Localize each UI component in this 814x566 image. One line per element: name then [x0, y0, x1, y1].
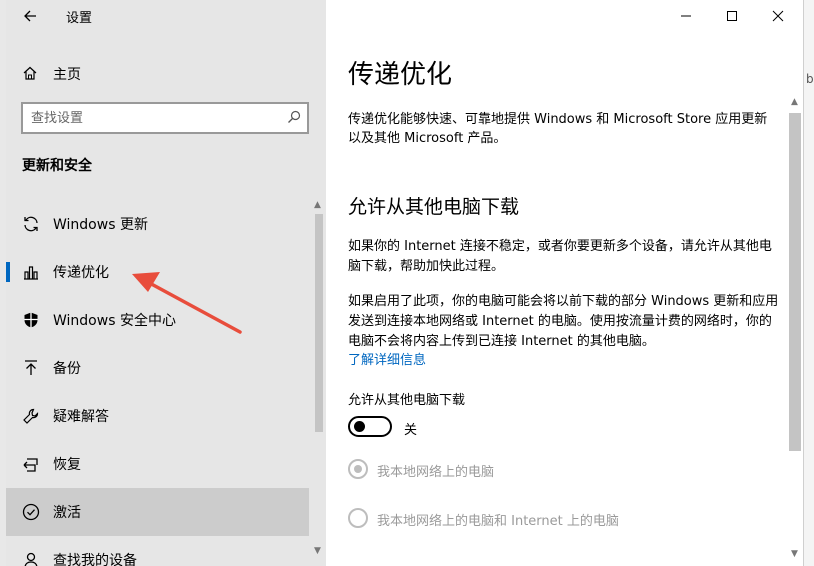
recovery-icon: [23, 458, 38, 472]
scroll-down-icon[interactable]: ▼: [314, 546, 321, 556]
section-paragraph-2: 如果启用了此项，你的电脑可能会将以前下载的部分 Windows 更新和应用发送到…: [348, 294, 779, 349]
home-nav-item[interactable]: 主页: [6, 56, 326, 90]
annotation-arrow-icon: [132, 272, 242, 334]
close-button[interactable]: [755, 0, 801, 32]
page-title: 传递优化: [348, 60, 453, 90]
home-icon: [23, 66, 37, 80]
radio-local-network[interactable]: [348, 459, 368, 479]
sidebar-item-label: 恢复: [53, 457, 81, 473]
allow-downloads-toggle[interactable]: [348, 416, 392, 437]
toggle-state-label: 关: [404, 423, 418, 438]
checkmark-circle-icon: [22, 503, 40, 521]
radio-local-and-internet-label: 我本地网络上的电脑和 Internet 上的电脑: [377, 514, 619, 529]
scroll-up-icon[interactable]: ▲: [791, 97, 798, 107]
radio-selected-dot: [354, 465, 362, 473]
sidebar-item-find-my-device[interactable]: 查找我的设备: [6, 536, 309, 566]
search-input[interactable]: [31, 108, 271, 128]
shield-icon: [24, 312, 38, 328]
sync-icon: [24, 216, 38, 232]
sidebar-item-label: 传递优化: [53, 265, 109, 281]
sidebar-item-backup[interactable]: 备份: [6, 344, 309, 392]
search-icon[interactable]: [287, 110, 301, 124]
wrench-icon: [23, 408, 39, 424]
person-location-icon: [24, 552, 38, 566]
sidebar-scrollbar[interactable]: ▲ ▼: [311, 200, 325, 566]
active-indicator: [6, 262, 10, 282]
delivery-optimization-icon: [24, 266, 38, 280]
sidebar-item-label: Windows 更新: [53, 217, 148, 233]
scroll-down-icon[interactable]: ▼: [791, 549, 798, 559]
home-label: 主页: [53, 67, 81, 83]
learn-more-link[interactable]: 了解详细信息: [348, 349, 426, 368]
sidebar-item-label: 激活: [53, 505, 81, 521]
back-button[interactable]: [16, 4, 44, 28]
scroll-thumb[interactable]: [315, 214, 323, 432]
sidebar-item-troubleshoot[interactable]: 疑难解答: [6, 392, 309, 440]
maximize-icon: [727, 11, 737, 21]
title-bar: 设置: [6, 0, 326, 32]
radio-local-and-internet[interactable]: [348, 508, 368, 528]
content-scrollbar[interactable]: ▲ ▼: [786, 93, 803, 566]
close-icon: [772, 10, 784, 22]
minimize-button[interactable]: [663, 0, 709, 32]
sidebar-item-label: 疑难解答: [53, 409, 109, 425]
background-window: b: [803, 0, 814, 566]
toggle-knob: [354, 421, 365, 432]
back-arrow-icon: [24, 10, 36, 22]
page-description: 传递优化能够快速、可靠地提供 Windows 和 Microsoft Store…: [348, 112, 768, 146]
sidebar-item-recovery[interactable]: 恢复: [6, 440, 309, 488]
sidebar-item-label: 查找我的设备: [53, 553, 137, 566]
settings-content: 传递优化 传递优化能够快速、可靠地提供 Windows 和 Microsoft …: [326, 0, 803, 566]
minimize-icon: [681, 15, 691, 17]
window-title: 设置: [66, 11, 93, 26]
sidebar-item-activation[interactable]: 激活: [6, 488, 309, 536]
settings-search-box[interactable]: [21, 102, 309, 134]
sidebar-item-label: 备份: [53, 361, 81, 377]
scroll-thumb[interactable]: [789, 113, 801, 451]
maximize-button[interactable]: [709, 0, 755, 32]
section-paragraph-1: 如果你的 Internet 连接不稳定，或者你要更新多个设备，请允许从其他电脑下…: [348, 239, 772, 274]
section-title: 允许从其他电脑下载: [348, 196, 520, 218]
section-heading: 更新和安全: [22, 158, 92, 174]
sidebar-item-windows-update[interactable]: Windows 更新: [6, 200, 309, 248]
backup-arrow-icon: [25, 360, 37, 375]
radio-local-network-label: 我本地网络上的电脑: [377, 465, 495, 480]
scroll-up-icon[interactable]: ▲: [314, 200, 321, 210]
background-text: b: [806, 72, 814, 86]
toggle-label: 允许从其他电脑下载: [348, 393, 466, 408]
